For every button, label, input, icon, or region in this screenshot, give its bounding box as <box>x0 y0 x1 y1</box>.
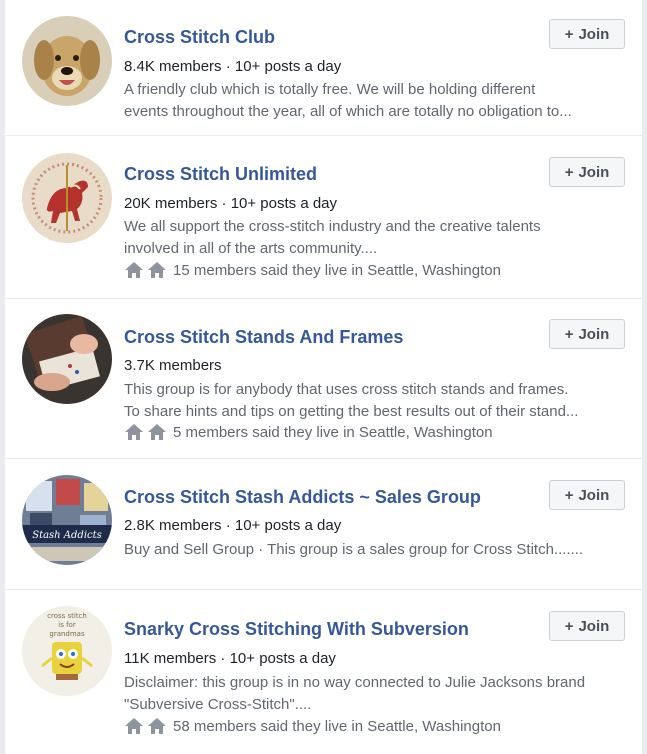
group-card: Cross Stitch Unlimited 20K members · 10+… <box>5 136 642 298</box>
location-house-icons <box>124 423 167 441</box>
join-label: Join <box>578 325 610 343</box>
plus-icon: + <box>564 486 574 504</box>
svg-text:is for: is for <box>58 621 76 629</box>
house-icon <box>148 718 166 734</box>
join-label: Join <box>578 617 610 635</box>
stash-addicts-logo-icon[interactable]: Stash Addicts <box>22 475 112 565</box>
location-text: 58 members said they live in Seattle, Wa… <box>173 717 501 735</box>
group-results-list: Cross Stitch Club 8.4K members · 10+ pos… <box>0 0 647 754</box>
join-button[interactable]: + Join <box>549 319 625 349</box>
group-card: cross stitch is for grandmas Snarky Cros… <box>5 590 642 754</box>
group-title-link[interactable]: Snarky Cross Stitching With Subversion <box>124 619 469 640</box>
stitching-hands-icon[interactable] <box>22 314 112 404</box>
house-icon <box>125 424 143 440</box>
location-house-icons <box>124 717 167 735</box>
group-member-stats: 3.7K members <box>124 357 222 374</box>
location-info: 5 members said they live in Seattle, Was… <box>124 423 493 441</box>
group-description-line: Disclaimer: this group is in no way conn… <box>124 674 586 691</box>
location-house-icons <box>124 261 167 279</box>
location-text: 5 members said they live in Seattle, Was… <box>173 423 493 441</box>
group-title-link[interactable]: Cross Stitch Unlimited <box>124 164 317 185</box>
group-member-stats: 11K members · 10+ posts a day <box>124 650 336 667</box>
join-label: Join <box>578 163 610 181</box>
plus-icon: + <box>564 25 574 43</box>
svg-text:grandmas: grandmas <box>49 630 85 638</box>
group-card: Stash Addicts Cross Stitch Stash Addicts… <box>5 459 642 589</box>
group-description-line: A friendly club which is totally free. W… <box>124 81 536 98</box>
carousel-horse-icon[interactable] <box>22 153 112 243</box>
group-description-line: events throughout the year, all of which… <box>124 103 572 120</box>
group-description-line: This group is for anybody that uses cros… <box>124 381 569 398</box>
svg-text:Stash Addicts: Stash Addicts <box>32 530 102 541</box>
cartoon-sponge-icon[interactable]: cross stitch is for grandmas <box>22 606 112 696</box>
group-description-line: We all support the cross-stitch industry… <box>124 218 541 235</box>
group-member-stats: 20K members · 10+ posts a day <box>124 195 338 212</box>
svg-text:cross stitch: cross stitch <box>47 612 87 620</box>
group-member-stats: 2.8K members · 10+ posts a day <box>124 517 342 534</box>
location-info: 15 members said they live in Seattle, Wa… <box>124 261 501 279</box>
join-button[interactable]: + Join <box>549 157 625 187</box>
dog-portrait-icon[interactable] <box>22 16 112 106</box>
join-button[interactable]: + Join <box>549 480 625 510</box>
group-member-stats: 8.4K members · 10+ posts a day <box>124 58 342 75</box>
join-button[interactable]: + Join <box>549 19 625 49</box>
location-info: 58 members said they live in Seattle, Wa… <box>124 717 501 735</box>
house-icon <box>148 262 166 278</box>
join-label: Join <box>578 25 610 43</box>
house-icon <box>125 718 143 734</box>
house-icon <box>148 424 166 440</box>
group-card: Cross Stitch Club 8.4K members · 10+ pos… <box>5 0 642 135</box>
join-label: Join <box>578 486 610 504</box>
plus-icon: + <box>564 325 574 343</box>
group-title-link[interactable]: Cross Stitch Club <box>124 27 275 48</box>
group-description-line: involved in all of the arts community...… <box>124 240 378 257</box>
group-title-link[interactable]: Cross Stitch Stash Addicts ~ Sales Group <box>124 487 481 508</box>
group-title-link[interactable]: Cross Stitch Stands And Frames <box>124 327 403 348</box>
house-icon <box>125 262 143 278</box>
plus-icon: + <box>564 617 574 635</box>
group-description-line: To share hints and tips on getting the b… <box>124 403 579 420</box>
location-text: 15 members said they live in Seattle, Wa… <box>173 261 501 279</box>
plus-icon: + <box>564 163 574 181</box>
group-card: Cross Stitch Stands And Frames 3.7K memb… <box>5 299 642 458</box>
join-button[interactable]: + Join <box>549 611 625 641</box>
group-description-line: "Subversive Cross-Stitch".... <box>124 696 312 713</box>
group-description-line: Buy and Sell Group · This group is a sal… <box>124 541 584 558</box>
